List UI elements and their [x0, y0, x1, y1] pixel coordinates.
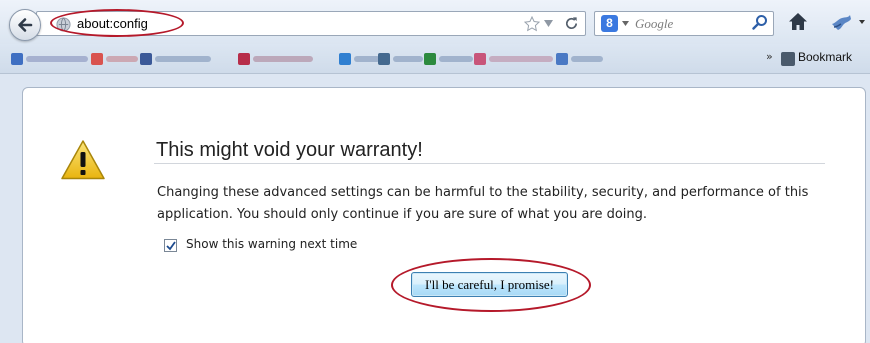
bookmark-favicon: [140, 53, 152, 65]
search-placeholder[interactable]: Google: [635, 16, 673, 32]
bookmarks-menu-icon[interactable]: [781, 52, 795, 66]
show-warning-checkbox[interactable]: [164, 239, 177, 252]
bookmark-favicon: [91, 53, 103, 65]
bookmark-favicon: [11, 53, 23, 65]
bookmark-favicon: [424, 53, 436, 65]
warning-title: This might void your warranty!: [156, 139, 423, 161]
bookmarks-chevron-icon[interactable]: »: [766, 50, 773, 63]
reload-icon[interactable]: [564, 16, 579, 31]
home-icon[interactable]: [788, 12, 808, 31]
bookmark-favicon: [556, 53, 568, 65]
checkmark-icon: [166, 241, 176, 251]
bookmarks-menu-label[interactable]: Bookmark: [798, 50, 852, 64]
bookmark-star-icon[interactable]: [524, 16, 540, 32]
warning-icon: [61, 140, 105, 180]
confirm-careful-button[interactable]: I'll be careful, I promise!: [411, 272, 568, 297]
search-bar[interactable]: 8 Google: [594, 11, 774, 36]
site-identity-icon[interactable]: [56, 17, 71, 32]
bookmark-favicon: [238, 53, 250, 65]
magnifier-icon[interactable]: [752, 14, 768, 30]
bookmarks-toolbar: [0, 44, 870, 74]
overflow-menu-icon[interactable]: [859, 20, 865, 24]
show-warning-label[interactable]: Show this warning next time: [186, 237, 357, 251]
google-search-icon[interactable]: 8: [601, 15, 618, 32]
bookmark-favicon: [378, 53, 390, 65]
bookmark-favicon: [474, 53, 486, 65]
addon-icon[interactable]: [830, 12, 854, 32]
url-text[interactable]: about:config: [77, 15, 148, 33]
url-dropmarker-icon[interactable]: [544, 20, 553, 27]
back-button[interactable]: [9, 9, 41, 41]
bookmark-favicon: [339, 53, 351, 65]
url-bar[interactable]: about:config: [36, 11, 586, 36]
navigation-toolbar: about:config 8 Google: [0, 0, 870, 44]
engine-dropdown-icon[interactable]: [622, 21, 629, 26]
firefox-window: about:config 8 Google » Bookmark This mi…: [0, 0, 870, 343]
warning-description: Changing these advanced settings can be …: [157, 185, 809, 222]
back-arrow-icon: [18, 18, 33, 32]
title-divider: [154, 163, 825, 164]
